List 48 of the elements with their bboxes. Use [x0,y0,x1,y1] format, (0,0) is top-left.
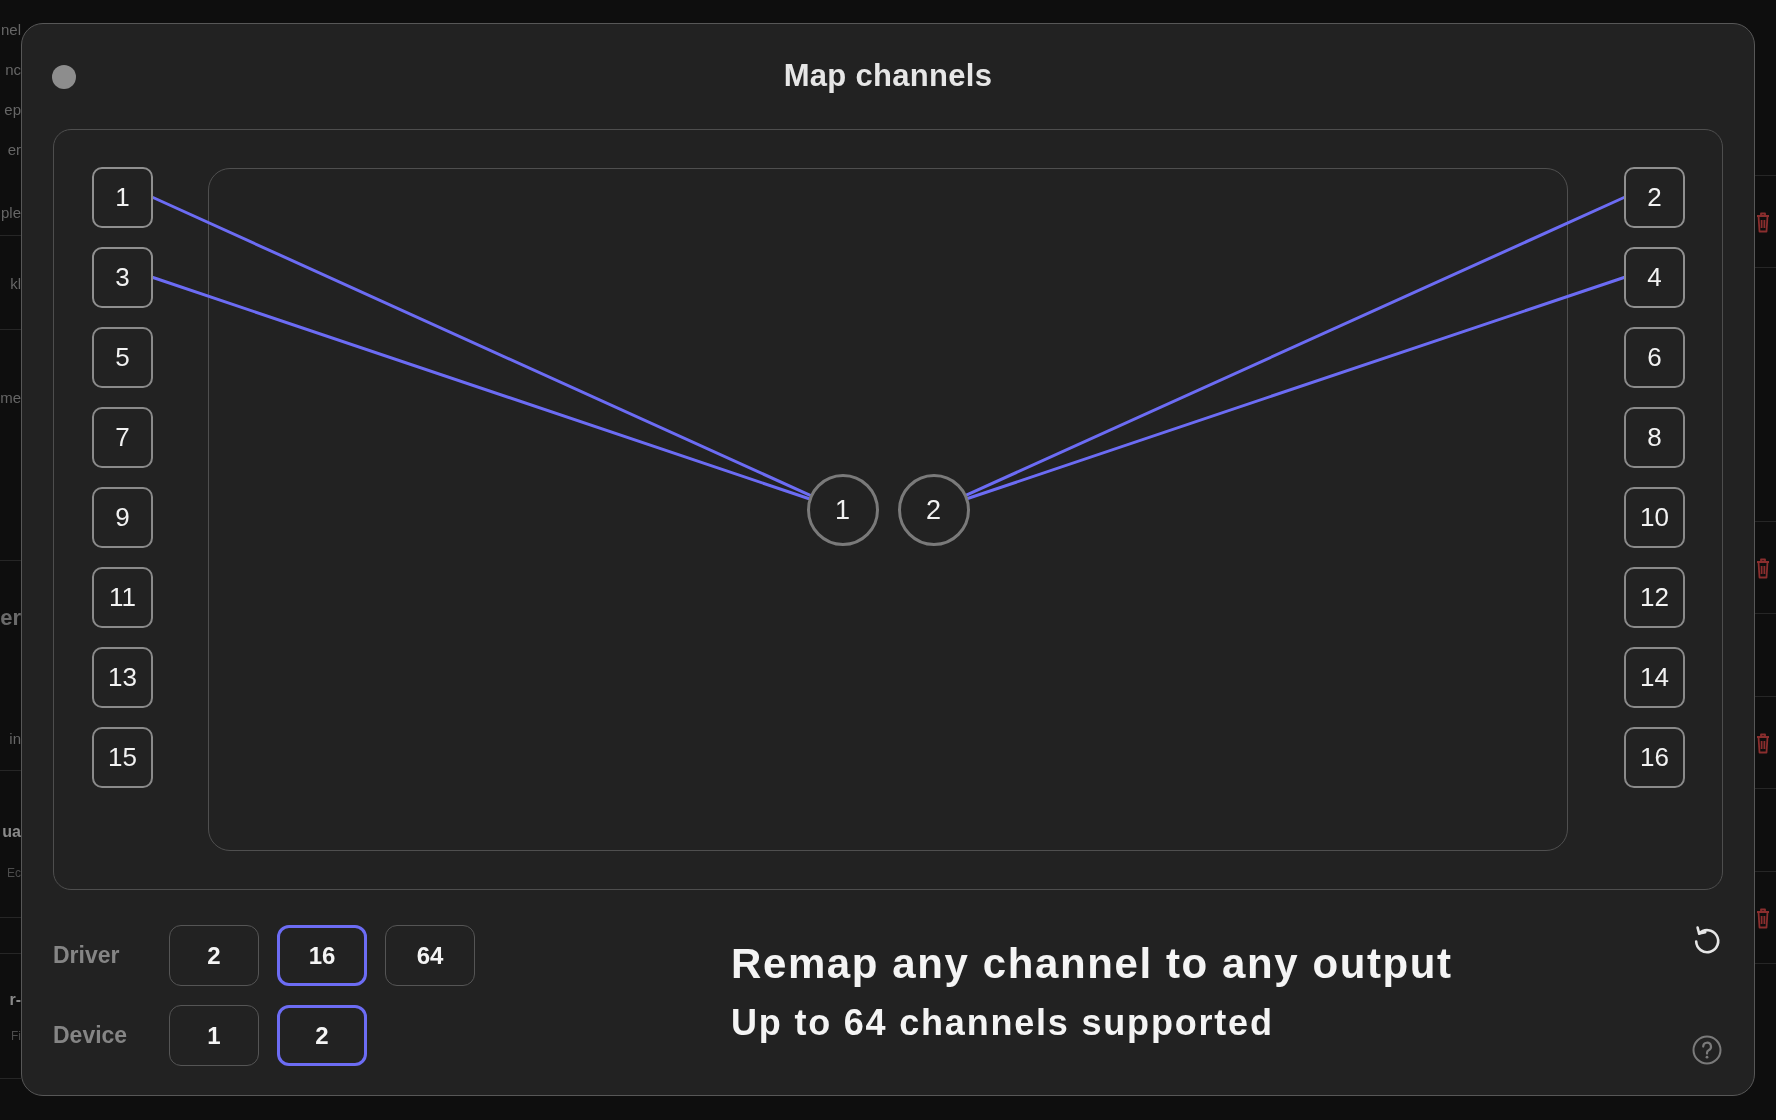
headline: Remap any channel to any output [731,939,1453,989]
channel-node[interactable]: 15 [92,727,153,788]
output-node[interactable]: 1 [806,474,879,546]
reset-icon[interactable] [1692,925,1722,955]
item-subtitle: Fi [11,1028,21,1045]
option-label: Device [53,1022,128,1048]
window-dot-icon[interactable] [52,64,76,89]
channel-node[interactable]: 13 [92,647,153,708]
channel-node[interactable]: 7 [92,407,153,468]
output-node[interactable]: 2 [897,474,970,546]
trash-icon[interactable] [1756,210,1770,233]
channel-count-option[interactable]: 2 [277,1005,367,1066]
channel-node[interactable]: 5 [92,327,153,388]
subheadline: Up to 64 channels supported [731,1001,1274,1045]
item-title: ua [2,822,21,842]
list-text: me [0,388,21,408]
channel-count-option[interactable]: 16 [277,925,367,986]
list-text: nel [0,20,21,40]
trash-icon[interactable] [1756,556,1770,579]
channel-count-option[interactable]: 2 [169,925,259,986]
channel-node[interactable]: 4 [1624,247,1685,308]
channel-node[interactable]: 10 [1624,487,1685,548]
item-title: r- [9,990,21,1010]
channel-count-option[interactable]: 1 [169,1005,259,1066]
channel-node[interactable]: 14 [1624,647,1685,708]
section-heading: er [0,604,21,632]
option-label: Driver [53,942,120,968]
list-text: in [9,729,21,749]
trash-icon[interactable] [1756,906,1770,929]
list-text: nc [5,60,21,80]
channel-node[interactable]: 11 [92,567,153,628]
channel-node[interactable]: 9 [92,487,153,548]
trash-icon[interactable] [1756,731,1770,754]
help-icon[interactable] [1692,1035,1722,1065]
channel-node[interactable]: 8 [1624,407,1685,468]
list-text: kl [10,274,21,294]
channel-node[interactable]: 12 [1624,567,1685,628]
channel-node[interactable]: 1 [92,167,153,228]
channel-node[interactable]: 3 [92,247,153,308]
channel-node[interactable]: 2 [1624,167,1685,228]
item-subtitle: Ec [7,865,21,882]
channel-node[interactable]: 6 [1624,327,1685,388]
channel-count-option[interactable]: 64 [385,925,475,986]
list-text: ple [0,203,21,223]
list-text: er [7,140,21,160]
channel-node[interactable]: 16 [1624,727,1685,788]
list-text: ep [4,100,21,120]
dialog-title: Map channels [783,57,993,94]
